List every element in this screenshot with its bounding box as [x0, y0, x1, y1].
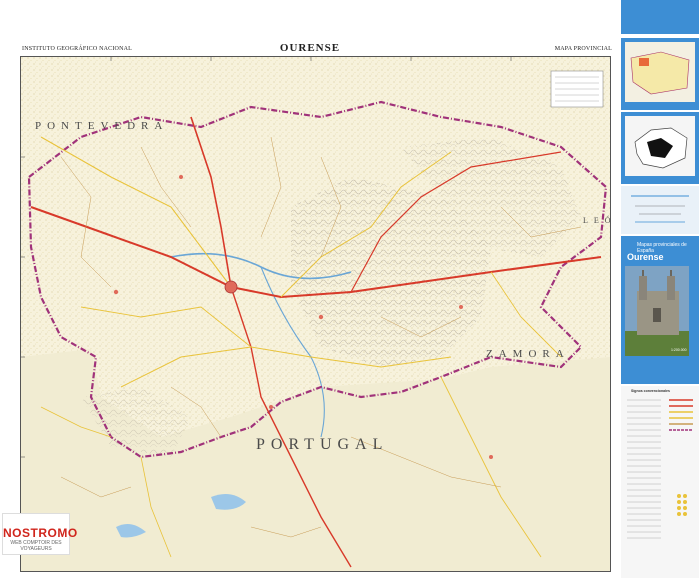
logo-brand: NOSTROMO — [3, 526, 78, 540]
nostromo-logo: NOSTROMO WEB COMPTOIR DES VOYAGEURS — [2, 513, 78, 555]
legend-entries — [627, 399, 693, 539]
town-marker-2[interactable] — [318, 314, 324, 320]
cover-panel: Mapas provinciales de España Ourense 1:2… — [621, 0, 699, 581]
legend-panel: Signos convencionales — [621, 386, 699, 578]
cover-info-block — [621, 186, 699, 234]
label-portugal: PORTUGAL — [256, 436, 388, 453]
logo-tagline: WEB COMPTOIR DES VOYAGEURS — [10, 540, 62, 552]
cover-province-name: Ourense — [627, 252, 664, 262]
cover-photo-block: Mapas provinciales de España Ourense 1:2… — [621, 236, 699, 384]
map-title: OURENSE — [279, 42, 341, 54]
label-pontevedra: PONTEVEDRA — [35, 120, 168, 132]
town-marker-1[interactable] — [113, 289, 119, 295]
town-marker-4[interactable] — [179, 175, 183, 179]
town-marker-3[interactable] — [459, 305, 463, 309]
label-leon: LEÓN — [583, 215, 610, 225]
town-marker-5[interactable] — [269, 405, 273, 409]
series-label: MAPA PROVINCIAL — [554, 46, 612, 52]
legend-title: Signos convencionales — [631, 389, 670, 393]
label-zamora: ZAMORA — [486, 348, 570, 360]
cover-top-block — [621, 0, 699, 34]
locator-map-spain — [621, 38, 699, 110]
city-ourense[interactable] — [224, 280, 238, 294]
locator-map-province-svg — [625, 116, 695, 176]
locator-map-province — [621, 112, 699, 184]
cover-scale: 1:200.000 — [671, 348, 687, 352]
map-canvas[interactable]: PONTEVEDRA ZAMORA PORTUGAL LEÓN — [21, 57, 610, 571]
locator-map-spain-svg — [625, 42, 695, 102]
cover-info-lines — [631, 195, 689, 223]
map-sheet: INSTITUTO GEOGRÁFICO NACIONAL OURENSE MA… — [0, 0, 700, 581]
town-marker-6[interactable] — [489, 455, 493, 459]
map-frame[interactable]: PONTEVEDRA ZAMORA PORTUGAL LEÓN — [20, 56, 611, 572]
